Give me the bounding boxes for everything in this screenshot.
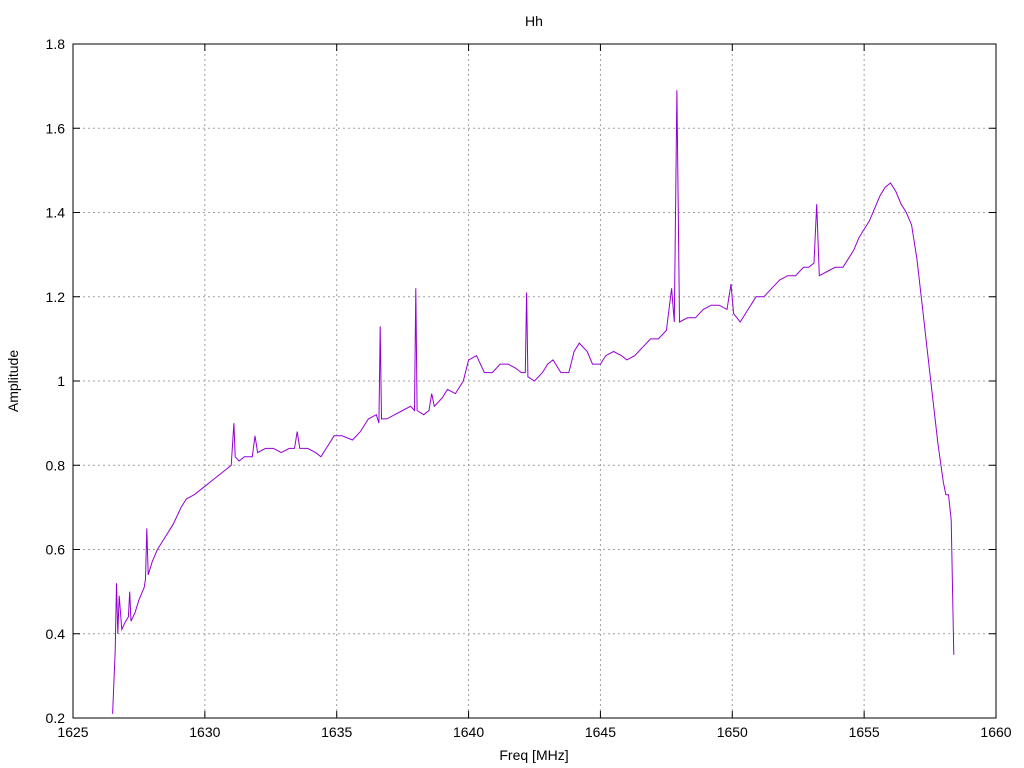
y-tick-label: 1.8 — [46, 36, 66, 52]
x-tick-label: 1625 — [57, 724, 88, 740]
x-tick-labels: 1625 1630 1635 1640 1645 1650 1655 1660 — [57, 724, 1011, 740]
x-tick-label: 1660 — [980, 724, 1011, 740]
x-tick-label: 1645 — [585, 724, 616, 740]
x-tick-label: 1630 — [189, 724, 220, 740]
x-axis-label: Freq [MHz] — [499, 747, 568, 763]
x-tick-label: 1640 — [453, 724, 484, 740]
y-tick-labels: 0.2 0.4 0.6 0.8 1 1.2 1.4 1.6 1.8 — [46, 36, 66, 726]
x-tick-label: 1650 — [717, 724, 748, 740]
x-tick-label: 1655 — [849, 724, 880, 740]
y-axis-label: Amplitude — [5, 350, 21, 412]
y-tick-label: 0.8 — [46, 457, 66, 473]
y-tick-label: 1 — [57, 373, 65, 389]
y-tick-label: 1.2 — [46, 289, 66, 305]
y-tick-label: 1.4 — [46, 205, 66, 221]
chart-title: Hh — [525, 13, 543, 29]
series-line — [112, 90, 955, 714]
y-tick-label: 0.4 — [46, 626, 66, 642]
chart: 1625 1630 1635 1640 1645 1650 1655 1660 0.20.40… — [5, 13, 1012, 763]
y-tick-label: 0.6 — [46, 542, 66, 558]
y-tick-label: 1.6 — [46, 120, 66, 136]
y-tick-label: 0.2 — [46, 710, 66, 726]
x-tick-label: 1635 — [321, 724, 352, 740]
